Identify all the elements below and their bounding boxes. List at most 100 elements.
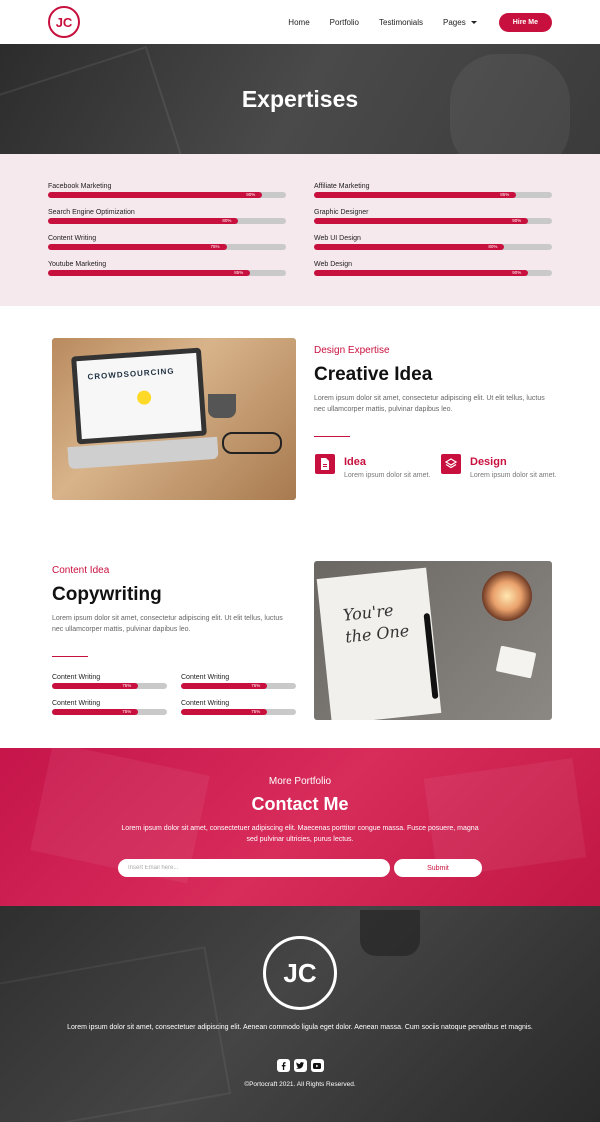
contact-section: More Portfolio Contact Me Lorem ipsum do… [0,748,600,906]
divider [314,436,350,437]
submit-button[interactable]: Submit [394,859,482,877]
notebook-image: You're the One [314,561,552,720]
creative-title: Creative Idea [314,364,433,385]
hero-background-hand [450,54,570,154]
twitter-icon[interactable] [293,1059,307,1072]
footer-description: Lorem ipsum dolor sit amet, consectetuer… [67,1024,533,1031]
hero-banner: Expertises [0,44,600,154]
skill-label: Web Design [314,261,353,268]
email-field[interactable] [118,859,390,877]
skill-label: Affiliate Marketing [314,183,370,190]
skill-bar-fill [314,244,505,250]
eraser-block [495,645,537,679]
copywriting-title: Copywriting [52,584,162,605]
skill-bar: 75% [52,709,167,715]
creative-description: Lorem ipsum dolor sit amet, consectetur … [314,395,545,413]
layers-icon [441,454,461,474]
skill-bar: 75% [181,709,296,715]
skill-bar: 75% [181,683,296,689]
skill-bar: 75% [48,244,286,250]
skill-item: Affiliate Marketing 85% [314,182,552,208]
skill-percent: 80% [222,218,232,223]
divider [52,656,88,657]
skill-percent: 75% [251,709,261,714]
skill-percent: 85% [234,270,244,275]
document-icon [315,454,335,474]
skill-bar: 80% [48,218,286,224]
skill-item: Youtube Marketing 85% [48,260,286,286]
skill-label: Content Writing [181,700,230,707]
skill-bar: 80% [314,244,552,250]
skill-percent: 75% [122,683,132,688]
skill-percent: 75% [251,683,261,688]
lightbulb-icon [136,390,152,406]
skill-bar-fill [48,192,263,198]
copywriting-kicker: Content Idea [52,565,110,576]
copywriting-description: Lorem ipsum dolor sit amet, consectetur … [52,615,283,633]
nav-pages-label: Pages [443,17,466,27]
skill-item: Facebook Marketing 90% [48,182,286,208]
skill-item: Search Engine Optimization 80% [48,208,286,234]
copyright-text: ©Portocraft 2021. All Rights Reserved. [244,1081,356,1088]
creative-kicker: Design Expertise [314,345,390,356]
skill-bar-fill [48,270,251,276]
hero-background-keyboard [0,46,184,154]
skill-percent: 90% [512,218,522,223]
contact-kicker: More Portfolio [268,776,332,787]
skills-right-column: Affiliate Marketing 85% Graphic Designer… [314,182,552,286]
youtube-icon[interactable] [310,1059,324,1072]
skill-item: Web UI Design 80% [314,234,552,260]
hire-me-button[interactable]: Hire Me [498,12,552,32]
footer-background-cup [360,910,420,956]
skill-item: Content Writing 75% [52,699,167,725]
copywriting-bars-right: Content Writing 75% Content Writing 75% [181,673,296,725]
skill-label: Search Engine Optimization [48,209,135,216]
feature-description: Lorem ipsum dolor sit amet. [470,472,557,479]
laptop-screen: CROWDSOURCING [71,347,207,445]
skill-item: Web Design 90% [314,260,552,286]
nav-home[interactable]: Home [288,18,309,27]
footer-background-laptop [0,946,232,1122]
skill-bar-fill [314,218,529,224]
notebook-handwriting: You're the One [341,600,411,647]
footer-logo[interactable]: JC [263,936,337,1010]
feature-description: Lorem ipsum dolor sit amet. [344,472,431,479]
coffee-cup [208,394,236,418]
skills-left-column: Facebook Marketing 90% Search Engine Opt… [48,182,286,286]
skill-item: Content Writing 75% [181,673,296,699]
skill-percent: 90% [512,270,522,275]
social-links [0,1059,600,1072]
contact-description: Lorem ipsum dolor sit amet, consectetuer… [121,825,479,843]
skill-percent: 80% [488,244,498,249]
nav-testimonials[interactable]: Testimonials [379,18,423,27]
skill-label: Content Writing [52,700,101,707]
skill-item: Graphic Designer 90% [314,208,552,234]
copywriting-bars-left: Content Writing 75% Content Writing 75% [52,673,167,725]
skill-label: Content Writing [48,235,97,242]
skill-bar-fill [48,244,227,250]
skill-bar: 90% [314,218,552,224]
skill-label: Facebook Marketing [48,183,112,190]
skill-label: Youtube Marketing [48,261,107,268]
top-navbar: JC Home Portfolio Testimonials Pages Hir… [0,0,600,44]
skill-bar: 85% [314,192,552,198]
skill-bar-fill [314,192,517,198]
contact-title: Contact Me [251,794,349,814]
skill-label: Web UI Design [314,235,361,242]
facebook-icon[interactable] [276,1059,290,1072]
footer: JC Lorem ipsum dolor sit amet, consectet… [0,906,600,1122]
skill-item: Content Writing 75% [181,699,296,725]
skill-item: Content Writing 75% [48,234,286,260]
skill-bar: 90% [314,270,552,276]
glasses [222,432,282,454]
skill-bar: 90% [48,192,286,198]
logo[interactable]: JC [48,6,80,38]
nav-pages-dropdown[interactable]: Pages [443,18,477,27]
nav-portfolio[interactable]: Portfolio [330,18,359,27]
skill-label: Graphic Designer [314,209,369,216]
candle [482,571,532,621]
feature-title: Idea [344,456,367,468]
skill-percent: 75% [122,709,132,714]
skill-percent: 85% [500,192,510,197]
skill-percent: 90% [246,192,256,197]
